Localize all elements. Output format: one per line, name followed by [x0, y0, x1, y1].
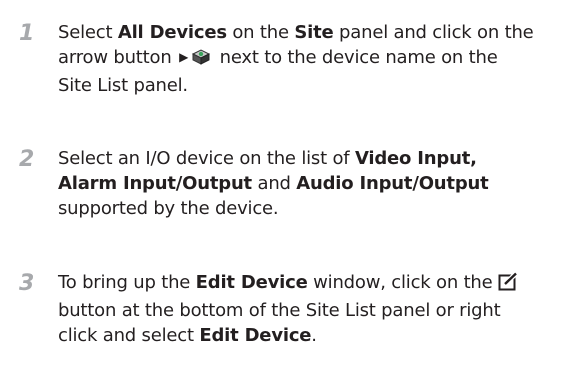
step-3-line-1: To bring up the Edit Device window, clic…	[58, 270, 558, 298]
alarm-io-label: Alarm Input/Output	[58, 173, 252, 194]
video-input-label: Video Input,	[354, 148, 477, 169]
play-arrow-icon: ▶	[179, 50, 189, 64]
step-number-2: 2	[19, 147, 35, 172]
step-3-line-3: click and select Edit Device.	[58, 325, 317, 346]
site-label: Site	[294, 22, 334, 43]
edit-device-label-2: Edit Device	[199, 325, 312, 346]
step-2-line-2: Alarm Input/Output and Audio Input/Outpu…	[58, 173, 489, 194]
step-number-3: 3	[19, 271, 35, 296]
step-3-text: To bring up the Edit Device window, clic…	[58, 270, 558, 348]
camera-device-icon	[191, 48, 211, 73]
step-2-line-3: supported by the device.	[58, 198, 279, 219]
audio-io-label: Audio Input/Output	[296, 173, 489, 194]
step-2-line-1: Select an I/O device on the list of Vide…	[58, 148, 477, 169]
step-1-line-2: arrow button ▶ next to the device name o…	[58, 45, 558, 73]
step-1-text: Select All Devices on the Site panel and…	[58, 20, 558, 98]
all-devices-label: All Devices	[117, 22, 227, 43]
step-1-line-1: Select All Devices on the Site panel and…	[58, 22, 534, 43]
step-number-1: 1	[19, 21, 35, 46]
edit-device-label: Edit Device	[195, 272, 308, 293]
edit-pencil-icon	[498, 271, 519, 298]
step-1-line-3: Site List panel.	[58, 75, 188, 96]
step-2-text: Select an I/O device on the list of Vide…	[58, 146, 558, 221]
step-3-line-2: button at the bottom of the Site List pa…	[58, 300, 501, 321]
